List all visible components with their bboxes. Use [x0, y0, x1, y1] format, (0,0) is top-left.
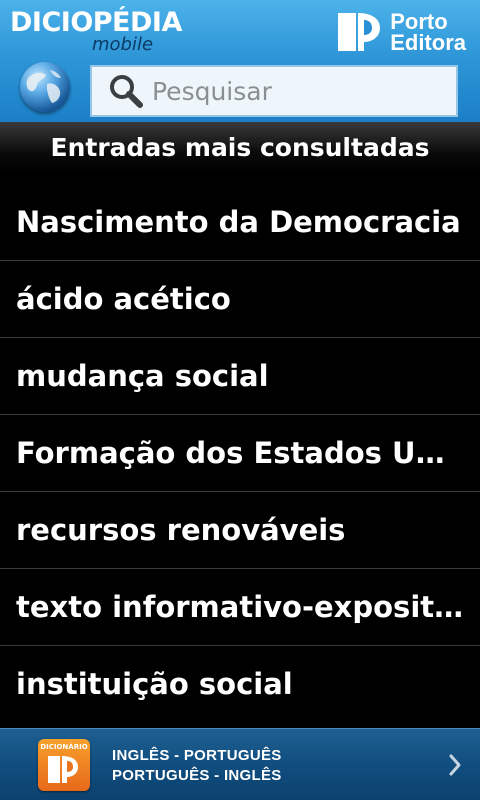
dictionary-line-pt-en: PORTUGUÊS - INGLÊS: [112, 767, 282, 784]
globe-icon[interactable]: [20, 62, 70, 112]
search-icon: [110, 75, 143, 108]
dictionary-app-icon: DICIONÁRIO: [38, 739, 90, 791]
dictionary-line-en-pt: INGLÊS - PORTUGUÊS: [112, 747, 282, 764]
search-box[interactable]: [90, 65, 458, 117]
search-input[interactable]: [152, 76, 432, 106]
porto-editora-logo-icon: [338, 13, 381, 51]
list-item[interactable]: Nascimento da Democracia: [0, 184, 480, 261]
dictionary-banner[interactable]: DICIONÁRIO INGLÊS - PORTUGUÊS PORTUGUÊS …: [0, 728, 480, 800]
publisher-name-line2: Editora: [390, 30, 466, 55]
most-consulted-list: Nascimento da Democracia ácido acético m…: [0, 184, 480, 723]
app-subtitle: mobile: [92, 34, 154, 55]
list-item[interactable]: texto informativo-expositivo: [0, 569, 480, 646]
list-item[interactable]: Formação dos Estados Unidos: [0, 415, 480, 492]
list-item[interactable]: recursos renováveis: [0, 492, 480, 569]
publisher-name-line1: Porto: [390, 9, 448, 34]
list-item[interactable]: ácido acético: [0, 261, 480, 338]
publisher-logo: Porto Editora: [336, 10, 466, 54]
app-header: DICIOPÉDIA mobile Porto Editora: [0, 0, 480, 122]
chevron-right-icon: [449, 754, 461, 776]
app-logo: DICIOPÉDIA mobile: [10, 8, 182, 56]
list-item[interactable]: instituição social: [0, 646, 480, 723]
section-title: Entradas mais consultadas: [0, 122, 480, 174]
list-item[interactable]: mudança social: [0, 338, 480, 415]
